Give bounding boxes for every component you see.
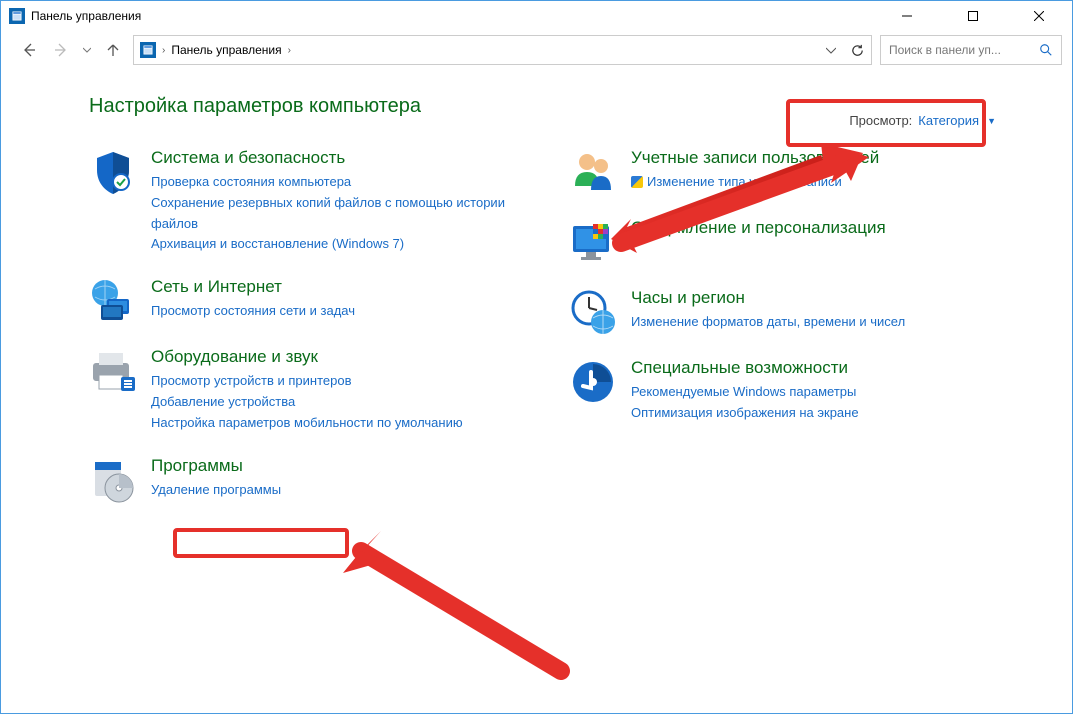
category-user-accounts: Учетные записи пользователей Изменение т…: [569, 148, 1009, 196]
nav-row: › Панель управления › Поиск в панели уп.…: [1, 31, 1072, 69]
category-clock-region: Часы и регион Изменение форматов даты, в…: [569, 288, 1009, 336]
search-icon[interactable]: [1039, 43, 1053, 57]
control-panel-icon: [9, 8, 25, 24]
left-column: Система и безопасность Проверка состояни…: [89, 148, 529, 526]
shield-icon: [89, 148, 137, 196]
category-link[interactable]: Добавление устройства: [151, 392, 529, 413]
personalization-icon: [569, 218, 617, 266]
category-appearance: Оформление и персонализация: [569, 218, 1009, 266]
users-icon: [569, 148, 617, 196]
chevron-down-icon: ▼: [987, 116, 996, 126]
breadcrumb-sep[interactable]: ›: [162, 45, 165, 56]
category-title[interactable]: Учетные записи пользователей: [631, 148, 1009, 168]
category-title[interactable]: Оборудование и звук: [151, 347, 529, 367]
titlebar: Панель управления: [1, 1, 1072, 31]
category-hardware-sound: Оборудование и звук Просмотр устройств и…: [89, 347, 529, 433]
address-dropdown-icon[interactable]: [826, 45, 836, 55]
window-controls: [884, 1, 1062, 31]
address-bar[interactable]: › Панель управления ›: [133, 35, 872, 65]
breadcrumb-icon: [140, 42, 156, 58]
category-system-security: Система и безопасность Проверка состояни…: [89, 148, 529, 255]
category-link[interactable]: Сохранение резервных копий файлов с помо…: [151, 193, 529, 235]
category-link[interactable]: Проверка состояния компьютера: [151, 172, 529, 193]
view-by-value: Категория: [918, 113, 979, 128]
category-network-internet: Сеть и Интернет Просмотр состояния сети …: [89, 277, 529, 325]
category-link[interactable]: Изменение форматов даты, времени и чисел: [631, 312, 1009, 333]
category-link-uninstall[interactable]: Удаление программы: [151, 480, 529, 501]
breadcrumb-sep[interactable]: ›: [288, 45, 291, 56]
category-link[interactable]: Изменение типа учетной записи: [631, 172, 1009, 193]
category-title[interactable]: Сеть и Интернет: [151, 277, 529, 297]
category-title[interactable]: Оформление и персонализация: [631, 218, 1009, 238]
printer-icon: [89, 347, 137, 395]
back-button[interactable]: [17, 38, 41, 62]
clock-globe-icon: [569, 288, 617, 336]
maximize-button[interactable]: [950, 1, 996, 31]
category-title[interactable]: Программы: [151, 456, 529, 476]
refresh-button[interactable]: [850, 43, 865, 58]
category-link[interactable]: Просмотр состояния сети и задач: [151, 301, 529, 322]
category-link[interactable]: Настройка параметров мобильности по умол…: [151, 413, 529, 434]
category-link[interactable]: Рекомендуемые Windows параметры: [631, 382, 1009, 403]
annotation-arrow-uninstall: [341, 531, 571, 681]
category-ease-of-access: Специальные возможности Рекомендуемые Wi…: [569, 358, 1009, 424]
up-button[interactable]: [101, 38, 125, 62]
forward-button[interactable]: [49, 38, 73, 62]
globe-network-icon: [89, 277, 137, 325]
disc-box-icon: [89, 456, 137, 504]
view-by-label: Просмотр:: [849, 113, 912, 128]
minimize-button[interactable]: [884, 1, 930, 31]
category-link[interactable]: Архивация и восстановление (Windows 7): [151, 234, 529, 255]
window-title: Панель управления: [31, 9, 141, 23]
category-title[interactable]: Система и безопасность: [151, 148, 529, 168]
view-by-selector[interactable]: Просмотр: Категория ▼: [841, 109, 1004, 132]
category-link[interactable]: Оптимизация изображения на экране: [631, 403, 1009, 424]
search-input[interactable]: Поиск в панели уп...: [880, 35, 1062, 65]
right-column: Учетные записи пользователей Изменение т…: [569, 148, 1009, 526]
category-title[interactable]: Часы и регион: [631, 288, 1009, 308]
category-link[interactable]: Просмотр устройств и принтеров: [151, 371, 529, 392]
category-programs: Программы Удаление программы: [89, 456, 529, 504]
category-title[interactable]: Специальные возможности: [631, 358, 1009, 378]
content-area: Настройка параметров компьютера Система …: [1, 69, 1072, 536]
close-button[interactable]: [1016, 1, 1062, 31]
search-placeholder: Поиск в панели уп...: [889, 43, 1001, 57]
breadcrumb-root[interactable]: Панель управления: [171, 43, 281, 57]
accessibility-icon: [569, 358, 617, 406]
recent-dropdown[interactable]: [81, 38, 93, 62]
